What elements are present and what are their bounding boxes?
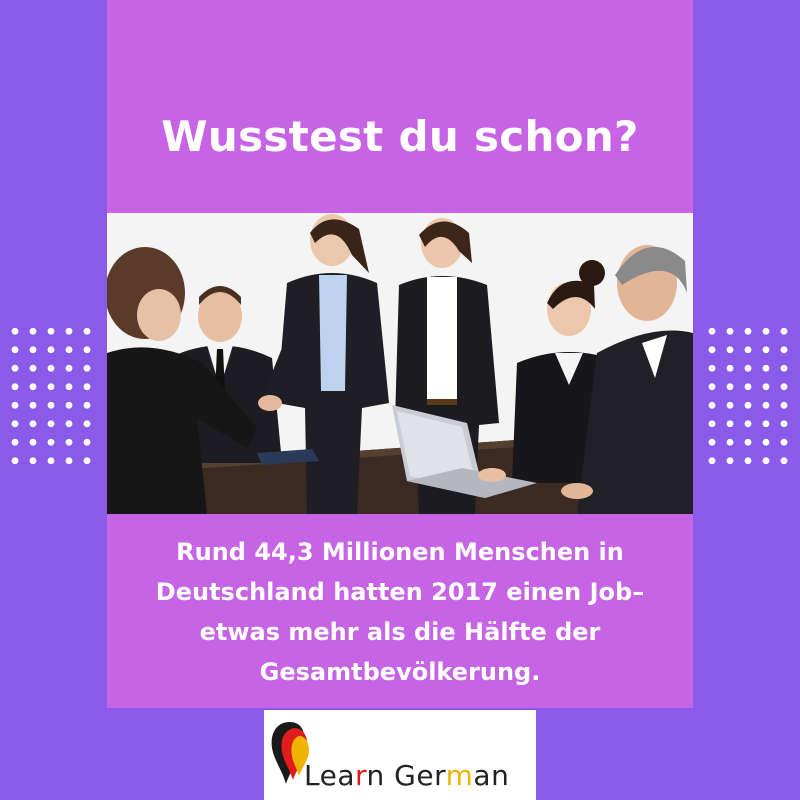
logo-text-gold-letter: m <box>445 759 474 792</box>
logo-text-red-letter: r <box>355 759 367 792</box>
fact-line-1: Rund 44,3 Millionen Menschen in <box>176 538 624 566</box>
logo-text: Learn German <box>304 759 509 792</box>
dot-pattern-right <box>703 322 791 472</box>
learn-german-logo: Learn German <box>264 710 536 800</box>
fact-line-2: Deutschland hatten 2017 einen Job– <box>155 578 645 606</box>
fact-line-4: Gesamtbevölkerung. <box>259 658 541 686</box>
business-meeting-photo <box>107 213 693 514</box>
logo-text-part-3: n Ger <box>366 759 446 792</box>
meeting-illustration <box>107 213 693 514</box>
fact-text: Rund 44,3 Millionen Menschen in Deutschl… <box>117 532 683 692</box>
dot-pattern-left <box>6 322 94 472</box>
logo-text-part-5: an <box>473 759 510 792</box>
logo-text-part-1: Lea <box>304 759 355 792</box>
fact-line-3: etwas mehr als die Hälfte der <box>199 618 601 646</box>
post-card: Wusstest du schon? Rund 44,3 Millionen M… <box>107 0 693 708</box>
headline: Wusstest du schon? <box>161 112 639 161</box>
